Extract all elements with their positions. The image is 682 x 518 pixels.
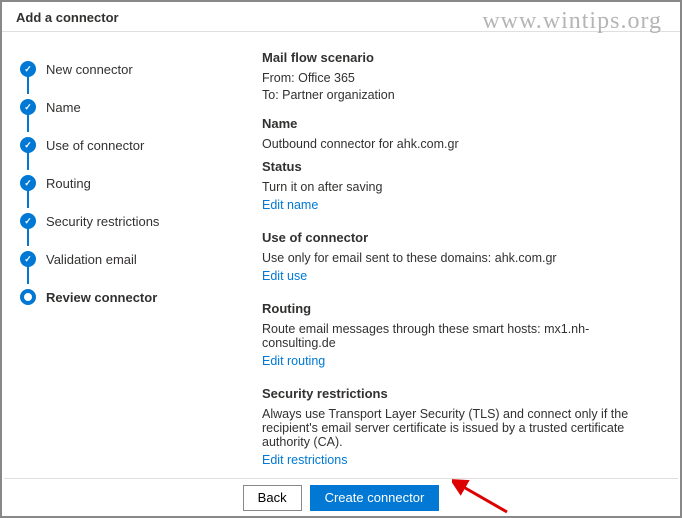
mail-flow-title: Mail flow scenario bbox=[262, 50, 660, 65]
status-title: Status bbox=[262, 159, 660, 174]
step-label: New connector bbox=[46, 62, 133, 77]
check-icon bbox=[20, 213, 36, 229]
step-new-connector[interactable]: New connector bbox=[20, 50, 192, 88]
status-value: Turn it on after saving bbox=[262, 180, 660, 194]
review-panel: Mail flow scenario From: Office 365 To: … bbox=[202, 32, 680, 476]
check-icon bbox=[20, 251, 36, 267]
security-title: Security restrictions bbox=[262, 386, 660, 401]
step-security-restrictions[interactable]: Security restrictions bbox=[20, 202, 192, 240]
step-name[interactable]: Name bbox=[20, 88, 192, 126]
name-title: Name bbox=[262, 116, 660, 131]
footer-bar: Back Create connector bbox=[4, 478, 678, 516]
step-label: Routing bbox=[46, 176, 91, 191]
edit-restrictions-link[interactable]: Edit restrictions bbox=[262, 453, 347, 467]
check-icon bbox=[20, 137, 36, 153]
step-label: Review connector bbox=[46, 290, 157, 305]
step-routing[interactable]: Routing bbox=[20, 164, 192, 202]
step-label: Validation email bbox=[46, 252, 137, 267]
routing-title: Routing bbox=[262, 301, 660, 316]
use-value: Use only for email sent to these domains… bbox=[262, 251, 660, 265]
step-label: Security restrictions bbox=[46, 214, 159, 229]
check-icon bbox=[20, 61, 36, 77]
page-title: Add a connector bbox=[2, 2, 680, 32]
current-step-icon bbox=[20, 289, 36, 305]
step-use-of-connector[interactable]: Use of connector bbox=[20, 126, 192, 164]
check-icon bbox=[20, 99, 36, 115]
create-connector-button[interactable]: Create connector bbox=[310, 485, 440, 511]
edit-name-link[interactable]: Edit name bbox=[262, 198, 318, 212]
edit-routing-link[interactable]: Edit routing bbox=[262, 354, 325, 368]
mail-flow-from: From: Office 365 bbox=[262, 71, 660, 85]
wizard-sidebar: New connector Name Use of connector Rout… bbox=[2, 32, 202, 476]
name-value: Outbound connector for ahk.com.gr bbox=[262, 137, 660, 151]
routing-value: Route email messages through these smart… bbox=[262, 322, 660, 350]
check-icon bbox=[20, 175, 36, 191]
step-label: Use of connector bbox=[46, 138, 144, 153]
content-container: New connector Name Use of connector Rout… bbox=[2, 32, 680, 476]
use-title: Use of connector bbox=[262, 230, 660, 245]
mail-flow-to: To: Partner organization bbox=[262, 88, 660, 102]
step-label: Name bbox=[46, 100, 81, 115]
step-review-connector[interactable]: Review connector bbox=[20, 278, 192, 316]
step-validation-email[interactable]: Validation email bbox=[20, 240, 192, 278]
edit-use-link[interactable]: Edit use bbox=[262, 269, 307, 283]
security-value: Always use Transport Layer Security (TLS… bbox=[262, 407, 660, 449]
back-button[interactable]: Back bbox=[243, 485, 302, 511]
